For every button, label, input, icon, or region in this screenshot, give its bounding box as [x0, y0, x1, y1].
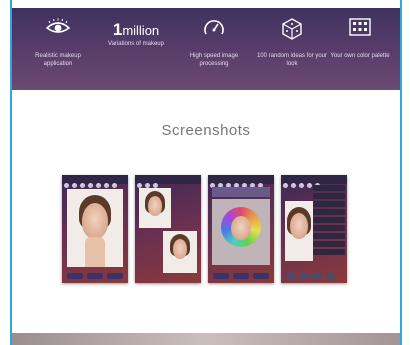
feature-caption: Realistic makeup application [35, 53, 81, 67]
feature-caption: Your own color palette [330, 53, 390, 59]
photo-panel [163, 231, 197, 273]
app-menu [313, 185, 345, 257]
feature-variations: 1million Variations of makeup [100, 8, 172, 90]
photo-panel [285, 201, 313, 261]
feature-random-ideas: 100 random ideas for your look [256, 8, 328, 90]
feature-high-speed: High speed image processing [178, 8, 250, 90]
app-toolbar [135, 175, 201, 188]
feature-caption: Variations of makeup [108, 41, 164, 47]
palette-grid-icon [349, 18, 371, 41]
dice-icon [281, 18, 303, 45]
screenshot-4[interactable] [281, 175, 347, 283]
app-button [107, 273, 123, 279]
speedometer-icon [203, 18, 225, 43]
screenshot-3[interactable] [208, 175, 274, 283]
feature-color-palette: Your own color palette [324, 8, 396, 90]
color-panel [212, 199, 270, 265]
section-title: Screenshots [161, 122, 251, 139]
big-number-unit: million [122, 23, 160, 38]
page-frame: Realistic makeup application 1million Va… [10, 0, 402, 345]
features-banner: Realistic makeup application 1million Va… [12, 8, 400, 90]
feature-caption: 100 random ideas for your look [256, 53, 328, 67]
face-photo [82, 203, 108, 239]
app-toolbar [208, 175, 274, 188]
photo-panel [67, 189, 123, 267]
footer-image-strip [12, 333, 400, 345]
app-toolbar [62, 175, 128, 188]
feature-caption: High speed image processing [189, 53, 239, 67]
app-button [87, 273, 103, 279]
screenshot-1[interactable] [62, 175, 128, 283]
app-toolbar [281, 175, 347, 188]
big-number-value: 1 [112, 20, 123, 39]
big-number: 1million [100, 20, 172, 40]
features-row: Realistic makeup application 1million Va… [12, 8, 400, 90]
photo-panel [139, 188, 171, 228]
screenshot-2[interactable] [135, 175, 201, 283]
app-button [67, 273, 83, 279]
feature-realistic-makeup: Realistic makeup application [22, 8, 94, 90]
eye-icon [45, 18, 71, 41]
